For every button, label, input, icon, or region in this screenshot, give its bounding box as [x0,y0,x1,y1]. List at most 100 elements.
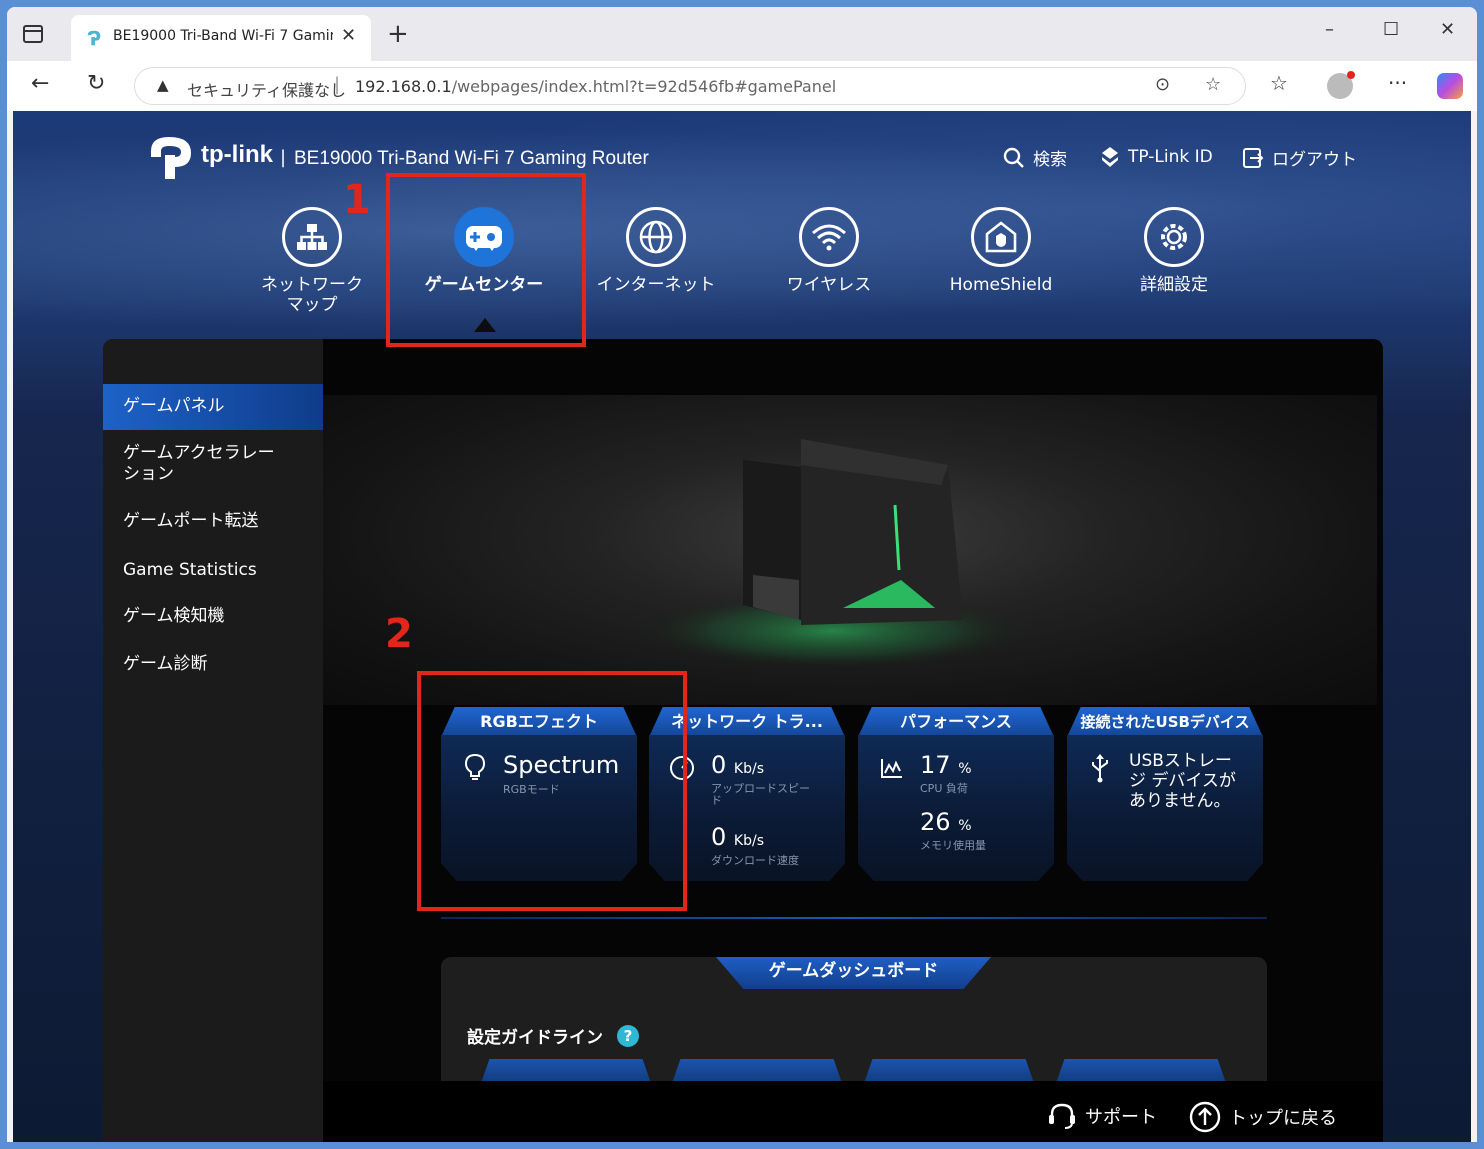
url-text[interactable]: 192.168.0.1/webpages/index.html?t=92d546… [355,77,836,96]
download-value: 0 [711,823,727,851]
back-arrow-icon[interactable]: ← [31,71,49,96]
tab-title: BE19000 Tri-Band Wi-Fi 7 Gaming [113,28,333,44]
new-tab-button[interactable]: + [387,19,409,49]
security-status[interactable]: セキュリティ保護なし [187,77,346,101]
support-label: サポート [1085,1107,1157,1128]
sidebar-item-game-statistics[interactable]: Game Statistics [103,560,323,581]
brand-divider: | [280,147,287,168]
reload-icon[interactable]: ↻ [87,71,105,96]
annotation-box-1 [386,173,586,347]
download-unit: Kb/s [733,833,764,849]
browser-toolbar: ← ↻ ▲ セキュリティ保護なし | 192.168.0.1/webpages/… [7,61,1477,111]
sidebar-item-game-panel[interactable]: ゲームパネル [103,384,323,430]
close-window-button[interactable]: ✕ [1440,19,1455,40]
address-separator: | [334,74,341,95]
nav-internet-label: インターネット [596,275,716,295]
search-link[interactable]: 検索 [1003,145,1067,170]
nav-advanced[interactable]: 詳細設定 [1094,207,1254,295]
setup-guideline-label: 設定ガイドライン [467,1028,603,1048]
sidebar-item-game-acceleration[interactable]: ゲームアクセラレー ション [103,443,323,485]
more-menu-icon[interactable]: ··· [1388,71,1407,95]
usb-card-body: USBストレー ジ デバイスが ありません。 [1067,735,1263,881]
nav-wireless[interactable]: ワイヤレス [749,207,909,295]
annotation-number-1: 1 [343,177,371,223]
cpu-label: CPU 負荷 [920,782,968,795]
wifi-icon [799,207,859,267]
download-speed: 0 Kb/s [711,823,764,851]
game-dashboard-title: ゲームダッシュボード [716,957,991,989]
brand-name: tp-link [201,141,273,168]
upload-speed: 0 Kb/s [711,751,764,779]
globe-icon [626,207,686,267]
setup-guideline: 設定ガイドライン ? [467,1023,639,1048]
sidebar-item-game-diagnostics[interactable]: ゲーム診断 [103,654,323,675]
usb-icon [1092,754,1108,783]
sidebar-item-game-port-forwarding[interactable]: ゲームポート転送 [103,511,323,532]
nav-network-map[interactable]: ネットワーク マップ [232,207,392,315]
support-link[interactable]: サポート [1047,1101,1157,1131]
nav-homeshield[interactable]: HomeShield [921,207,1081,295]
back-to-top-label: トップに戻る [1229,1108,1337,1129]
favorites-icon[interactable]: ☆ [1270,71,1288,95]
browser-window: BE19000 Tri-Band Wi-Fi 7 Gaming ✕ + – ☐ … [7,7,1477,1142]
sidebar-item-game-detector[interactable]: ゲーム検知機 [103,606,323,627]
logout-label: ログアウト [1272,150,1357,170]
minimize-button[interactable]: – [1325,19,1334,40]
page-footer: サポート トップに戻る [323,1081,1383,1142]
router-showcase [323,395,1377,705]
headset-icon [1049,1103,1075,1129]
tplink-id-label: TP-Link ID [1128,147,1213,167]
router-page: tp-link | BE19000 Tri-Band Wi-Fi 7 Gamin… [13,111,1471,1142]
search-label: 検索 [1033,150,1067,170]
annotation-number-2: 2 [385,611,413,657]
favorite-star-icon[interactable]: ☆ [1205,74,1221,95]
performance-card-title: パフォーマンス [858,707,1054,737]
browser-tab[interactable]: BE19000 Tri-Band Wi-Fi 7 Gaming ✕ [71,15,371,61]
logout-icon [1243,147,1264,168]
home-shield-icon [971,207,1031,267]
gear-icon [1144,207,1204,267]
sidebar: ゲームパネル ゲームアクセラレー ション ゲームポート転送 Game Stati… [103,339,323,1142]
performance-card[interactable]: パフォーマンス 17 % CPU 負荷 26 % メモリ使用量 [858,707,1054,881]
memory-value: 26 [920,808,951,836]
memory-usage: 26 % [920,808,972,836]
usb-card-title: 接続されたUSBデバイス [1067,707,1263,737]
search-icon [1003,147,1024,168]
copilot-icon[interactable] [1437,73,1463,99]
cpu-unit: % [958,761,972,777]
cpu-value: 17 [920,751,951,779]
tplink-id-link[interactable]: TP-Link ID [1100,145,1213,169]
help-icon[interactable]: ? [617,1024,639,1047]
address-bar[interactable]: ▲ セキュリティ保護なし | 192.168.0.1/webpages/inde… [134,67,1246,105]
more-page-options-icon[interactable]: ⊙ [1155,74,1170,95]
download-label: ダウンロード速度 [711,854,799,867]
upload-label: アップロードスピー ド [711,782,810,807]
nav-wireless-label: ワイヤレス [786,275,872,295]
url-host: 192.168.0.1 [355,77,452,96]
logout-link[interactable]: ログアウト [1242,145,1357,170]
nav-homeshield-label: HomeShield [949,275,1053,295]
notification-dot [1347,71,1355,79]
usb-devices-card[interactable]: 接続されたUSBデバイス USBストレー ジ デバイスが ありません。 [1067,707,1263,881]
tab-actions-icon[interactable] [23,25,43,43]
tplink-favicon-icon [87,30,101,46]
content-panel: ゲームパネル ゲームアクセラレー ション ゲームポート転送 Game Stati… [103,339,1383,1142]
nav-advanced-label: 詳細設定 [1140,275,1208,295]
memory-label: メモリ使用量 [920,839,986,852]
maximize-button[interactable]: ☐ [1383,19,1399,40]
cards-divider [441,917,1267,919]
memory-unit: % [958,818,972,834]
tplink-logo-icon [151,137,191,179]
cloud-id-icon [1102,147,1118,167]
usb-empty-message: USBストレー ジ デバイスが ありません。 [1129,751,1236,811]
upload-unit: Kb/s [733,761,764,777]
arrow-up-circle-icon [1189,1101,1221,1133]
router-image [633,439,1033,671]
nav-internet[interactable]: インターネット [576,207,736,295]
warning-icon: ▲ [157,76,169,94]
performance-card-body: 17 % CPU 負荷 26 % メモリ使用量 [858,735,1054,881]
url-path: /webpages/index.html?t=92d546fb#gamePane… [451,77,837,96]
back-to-top-link[interactable]: トップに戻る [1189,1101,1337,1133]
close-tab-icon[interactable]: ✕ [341,25,356,46]
upload-value: 0 [711,751,727,779]
